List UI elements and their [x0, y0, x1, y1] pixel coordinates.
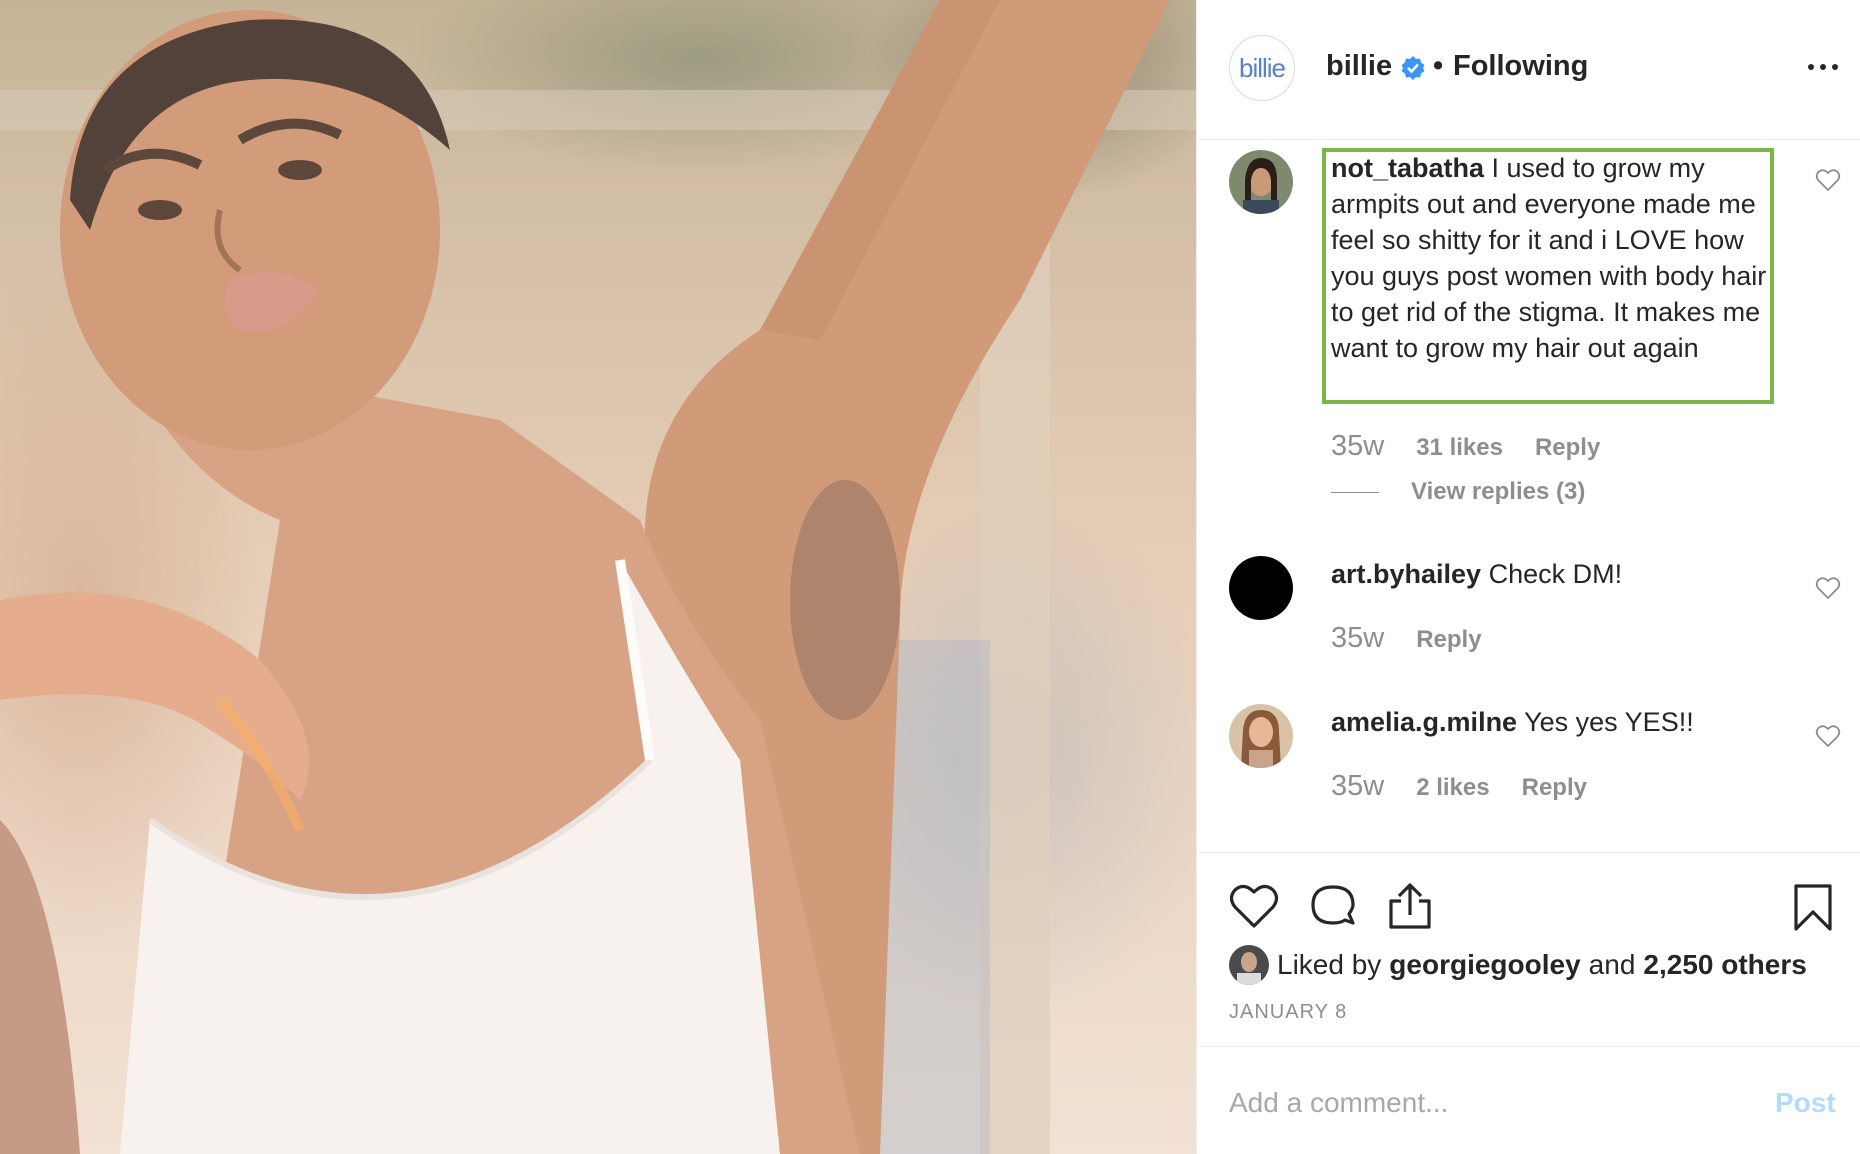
comment-meta: 35w 2 likes Reply [1331, 770, 1587, 803]
commenter-avatar[interactable] [1229, 150, 1293, 214]
comment-icon[interactable] [1309, 883, 1357, 931]
comment-likes[interactable]: 31 likes [1416, 434, 1503, 462]
likes-summary: Liked by georgiegooley and 2,250 others [1229, 945, 1807, 985]
post-button[interactable]: Post [1775, 1087, 1836, 1119]
comment-time: 35w [1331, 622, 1385, 654]
view-replies-button[interactable]: View replies (3) [1331, 478, 1585, 506]
share-icon[interactable] [1387, 883, 1433, 931]
more-icon[interactable] [1805, 55, 1841, 79]
header-separator: • [1433, 50, 1444, 82]
comment-likes[interactable]: 2 likes [1416, 774, 1489, 802]
post-date: JANUARY 8 [1229, 1001, 1348, 1023]
liked-by-others[interactable]: 2,250 others [1643, 949, 1806, 981]
liker-photo [1229, 945, 1269, 985]
comment-username[interactable]: amelia.g.milne [1331, 707, 1517, 737]
comment-username[interactable]: art.byhailey [1331, 559, 1481, 589]
post-actions: Liked by georgiegooley and 2,250 others … [1197, 852, 1860, 1046]
photo-illustration [0, 0, 1196, 1154]
comment-meta: 35w 31 likes Reply [1331, 430, 1600, 463]
replies-divider [1331, 491, 1379, 493]
liked-by-user[interactable]: georgiegooley [1389, 949, 1580, 981]
post-header: billie billie • Following [1197, 0, 1860, 140]
verified-icon [1401, 56, 1425, 80]
avatar-photo [1229, 150, 1293, 214]
avatar-logo-text: billie [1238, 52, 1286, 83]
avatar-photo [1229, 704, 1293, 768]
heart-icon[interactable] [1815, 576, 1841, 600]
liker-avatar[interactable] [1229, 945, 1269, 985]
comment-input[interactable]: Add a comment... [1229, 1087, 1448, 1119]
liked-by-prefix: Liked by [1277, 949, 1382, 980]
comment-content: Check DM! [1488, 559, 1623, 589]
like-heart-icon[interactable] [1229, 883, 1279, 929]
view-replies-label: View replies (3) [1411, 478, 1586, 505]
comment-time: 35w [1331, 770, 1385, 802]
account-username[interactable]: billie [1326, 50, 1392, 83]
comment-content: Yes yes YES!! [1524, 707, 1694, 737]
heart-icon[interactable] [1815, 168, 1841, 192]
add-comment-bar: Add a comment... Post [1197, 1046, 1860, 1154]
comment-text: art.byhailey Check DM! [1331, 556, 1771, 592]
comment-meta: 35w Reply [1331, 622, 1482, 655]
heart-icon[interactable] [1815, 724, 1841, 748]
reply-button[interactable]: Reply [1416, 626, 1481, 654]
commenter-avatar[interactable] [1229, 556, 1293, 620]
reply-button[interactable]: Reply [1535, 434, 1600, 462]
following-button[interactable]: Following [1453, 50, 1588, 83]
comment-text: amelia.g.milne Yes yes YES!! [1331, 704, 1771, 740]
liked-by-conj: and [1588, 949, 1636, 980]
commenter-avatar[interactable] [1229, 704, 1293, 768]
reply-button[interactable]: Reply [1522, 774, 1587, 802]
account-avatar[interactable]: billie [1229, 35, 1295, 101]
post-panel: billie billie • Following not_tabatha I … [1196, 0, 1860, 1154]
post-photo[interactable] [0, 0, 1196, 1154]
highlight-box [1322, 148, 1774, 404]
comment-time: 35w [1331, 430, 1385, 462]
bookmark-icon[interactable] [1793, 883, 1833, 933]
